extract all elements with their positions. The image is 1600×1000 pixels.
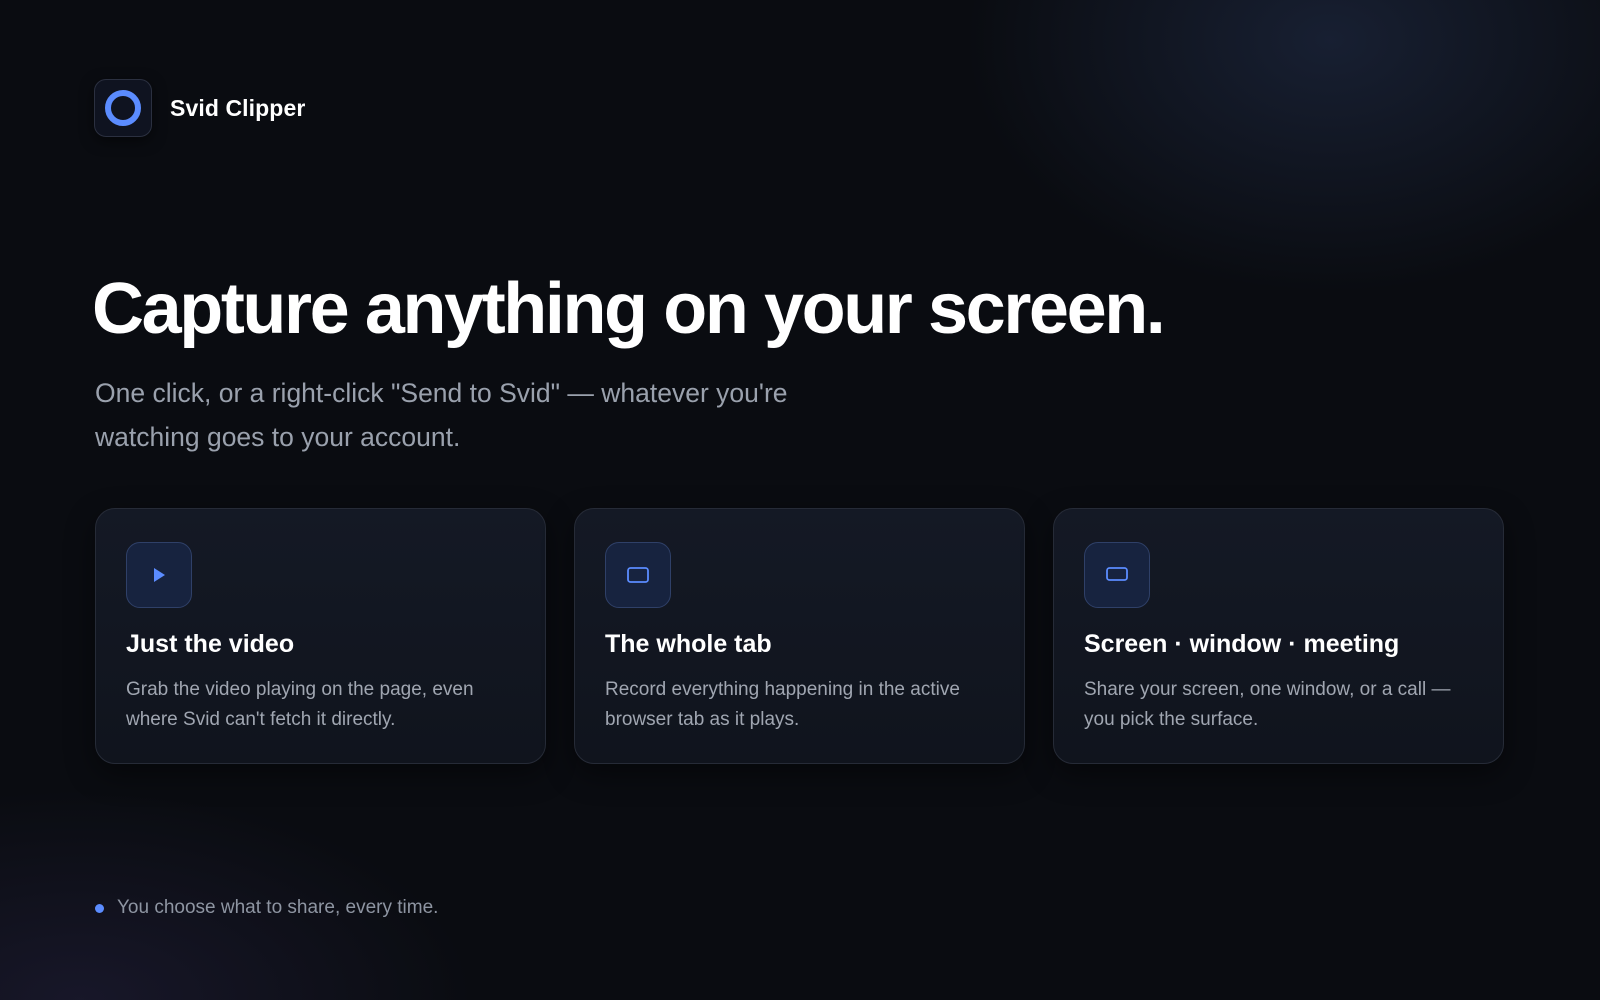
capture-option-video[interactable]: Just the video Grab the video playing on… [95, 508, 546, 764]
privacy-note-text: You choose what to share, every time. [117, 897, 439, 918]
capture-option-tab[interactable]: The whole tab Record everything happenin… [574, 508, 1025, 764]
capture-option-screen[interactable]: Screen · window · meeting Share your scr… [1053, 508, 1504, 764]
status-dot-icon [95, 903, 104, 913]
brand: Svid Clipper [94, 79, 305, 137]
card-description: Record everything happening in the activ… [605, 679, 960, 730]
card-title: Screen · window · meeting [1084, 630, 1400, 658]
privacy-note: You choose what to share, every time. [95, 897, 438, 919]
screen-icon [1084, 542, 1150, 608]
capture-options: Just the video Grab the video playing on… [95, 508, 1504, 764]
hero-title: Capture anything on your screen. [92, 269, 1166, 349]
hero-subtitle: One click, or a right-click "Send to Svi… [95, 378, 788, 452]
tab-icon [605, 542, 671, 608]
card-description: Share your screen, one window, or a call… [1084, 679, 1451, 730]
brand-name: Svid Clipper [170, 94, 306, 121]
card-description: Grab the video playing on the page, even… [126, 679, 474, 730]
card-title: Just the video [126, 630, 295, 658]
ring-logo-icon [94, 79, 152, 137]
play-icon [126, 542, 192, 608]
card-title: The whole tab [605, 630, 772, 658]
